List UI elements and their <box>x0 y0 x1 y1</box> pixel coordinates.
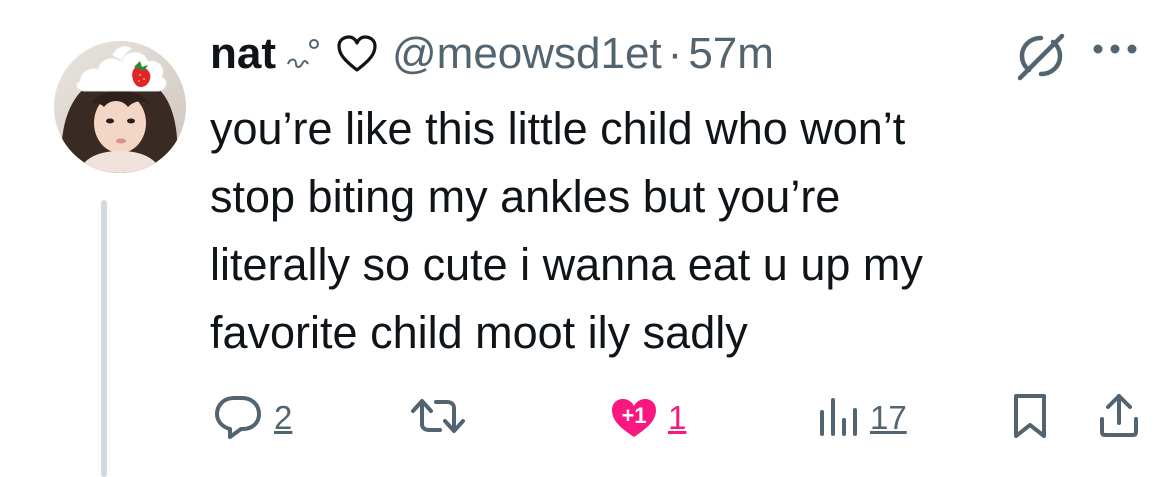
bookmark-icon <box>1012 392 1048 445</box>
views-button[interactable]: 17 <box>816 388 907 448</box>
like-count: 1 <box>668 399 687 436</box>
share-button[interactable] <box>1098 388 1140 448</box>
share-icon <box>1098 392 1140 445</box>
action-bar: 2 +1 1 17 <box>0 388 1170 448</box>
reply-count: 2 <box>274 399 293 436</box>
avatar[interactable] <box>54 41 186 173</box>
like-button[interactable]: +1 1 <box>610 388 686 448</box>
retweet-button[interactable] <box>410 388 476 448</box>
retweet-icon <box>410 392 466 445</box>
like-heart-icon: +1 <box>610 397 658 439</box>
more-options-icon[interactable] <box>1090 40 1140 58</box>
heart-outline-icon <box>336 34 378 74</box>
tweet-text: you’re like this little child who won’t … <box>210 103 923 358</box>
grok-icon[interactable] <box>1014 30 1068 82</box>
views-bar-chart-icon <box>816 392 860 445</box>
tweet-header: nat @meowsd1et · 57m <box>210 24 1140 84</box>
bookmark-button[interactable] <box>1012 388 1048 448</box>
reply-button[interactable]: 2 <box>212 388 292 448</box>
like-badge-text: +1 <box>621 403 647 428</box>
sparkle-swirl-icon <box>284 34 322 74</box>
reply-icon <box>212 392 264 445</box>
views-count: 17 <box>870 399 907 436</box>
user-handle[interactable]: @meowsd1et <box>392 29 662 79</box>
display-name[interactable]: nat <box>210 29 276 79</box>
separator-dot: · <box>667 29 683 78</box>
timestamp[interactable]: 57m <box>688 29 774 79</box>
